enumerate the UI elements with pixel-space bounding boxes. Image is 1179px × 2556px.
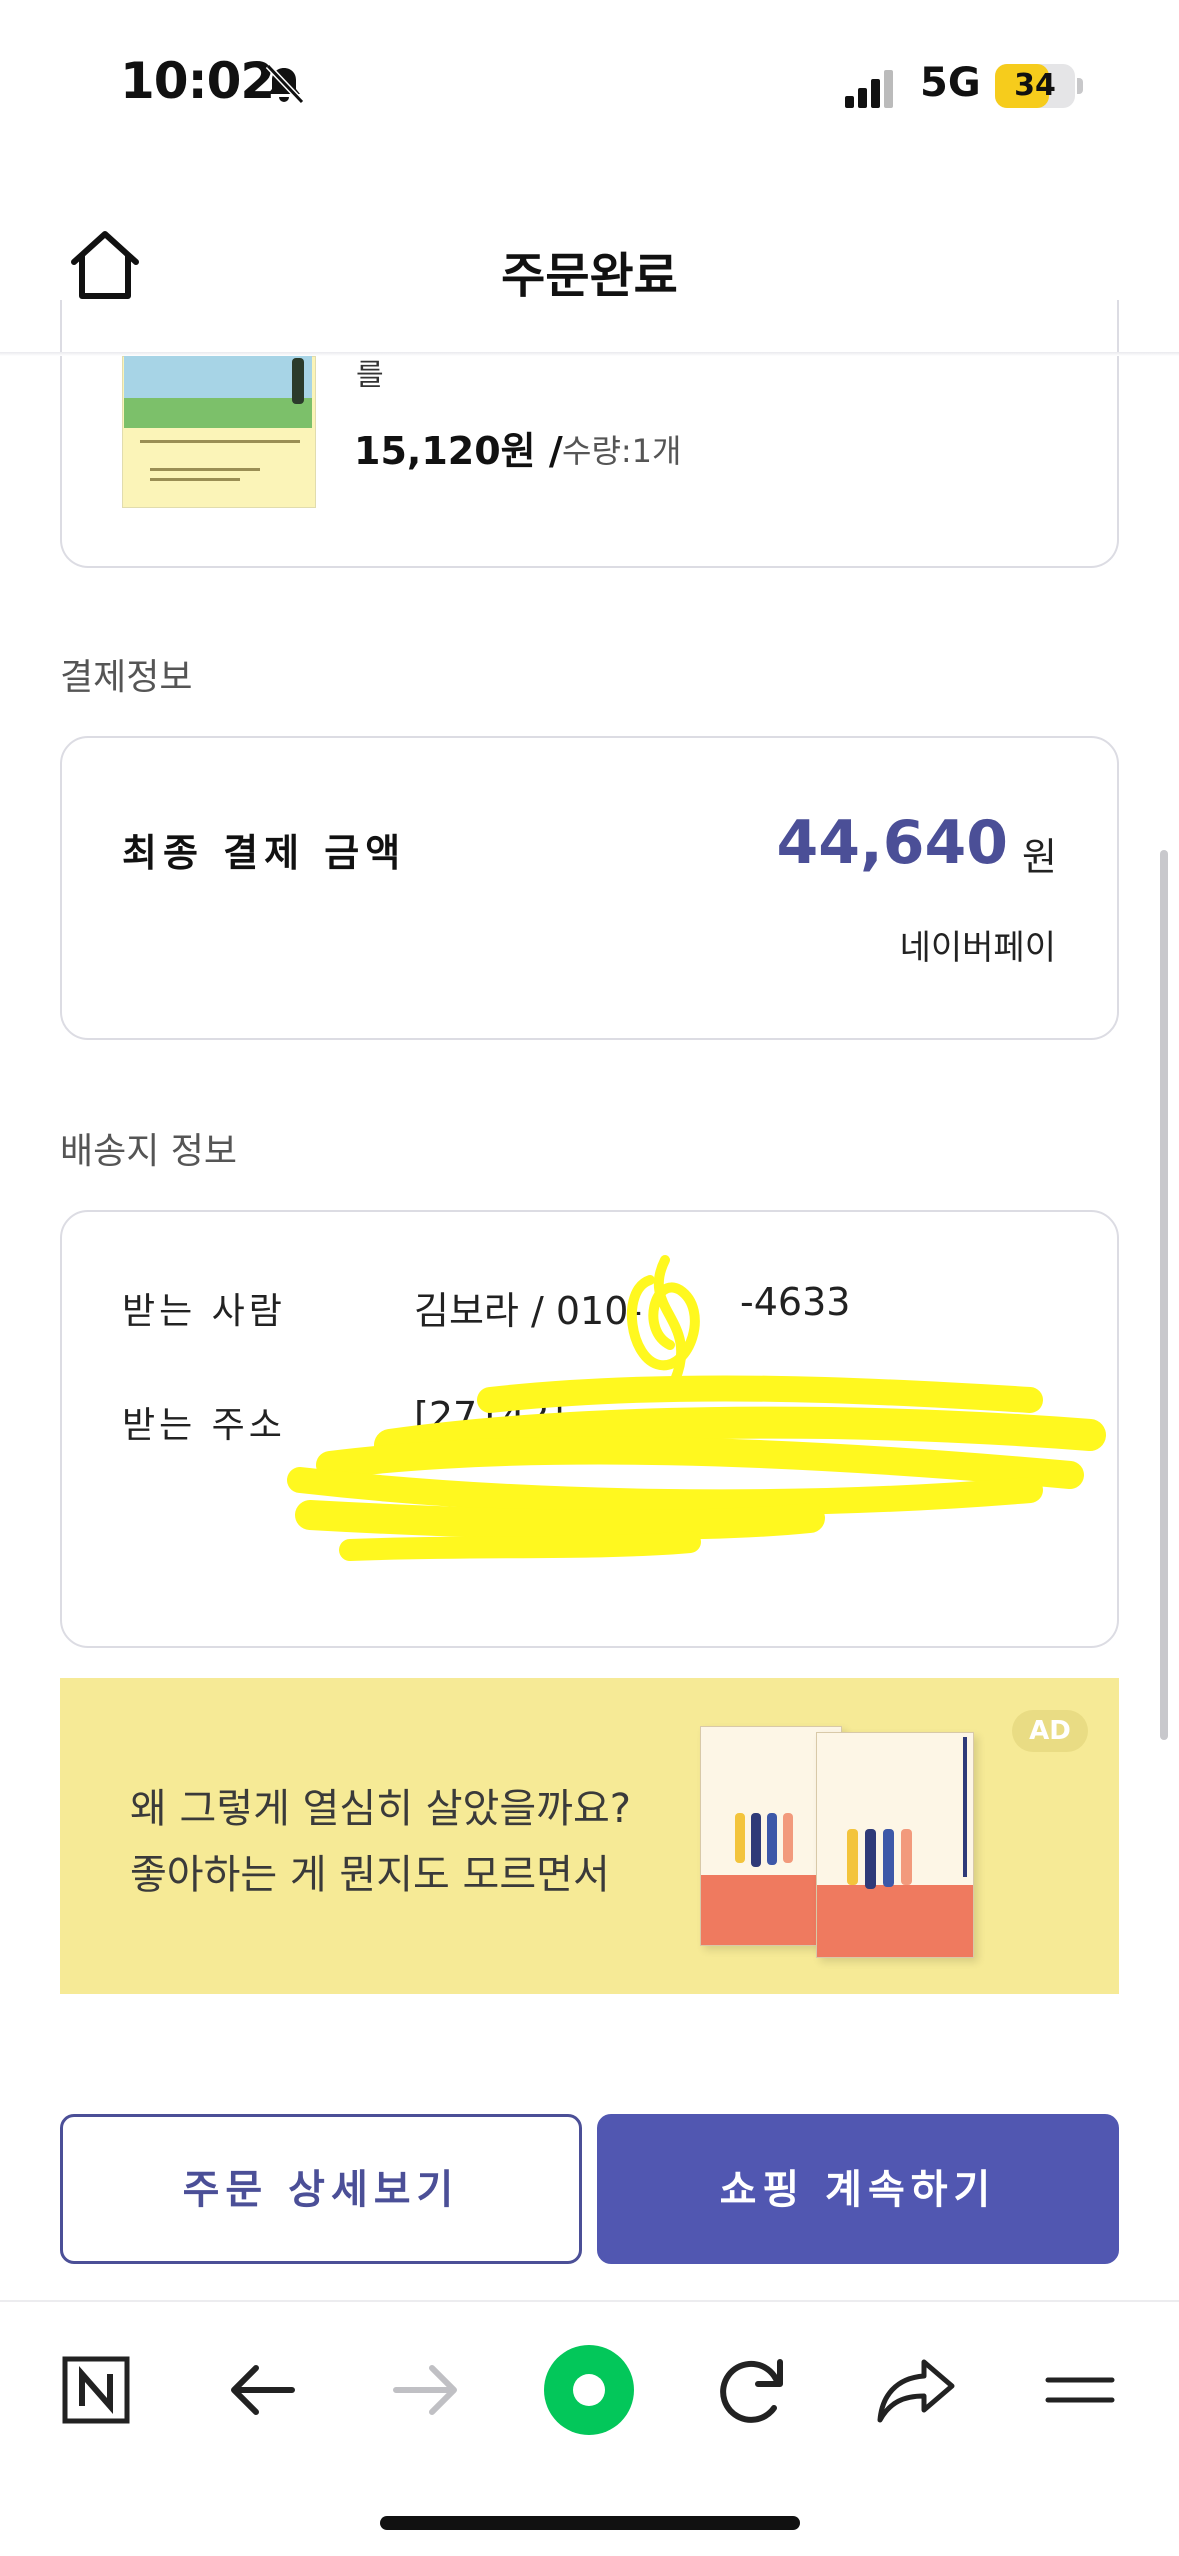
ad-line-2: 좋아하는 게 뭔지도 모르면서 <box>130 1852 610 1898</box>
payment-section-title: 결제정보 <box>60 657 193 698</box>
status-time: 10:02 <box>120 52 275 110</box>
ad-badge: AD <box>1012 1710 1088 1752</box>
scrollbar[interactable] <box>1160 850 1168 1740</box>
thumbnail-text-line <box>150 468 260 471</box>
forward-arrow-icon <box>393 2365 457 2415</box>
ad-book-front <box>816 1732 974 1958</box>
shipping-section-title: 배송지 정보 <box>60 1131 238 1172</box>
reload-icon[interactable] <box>702 2340 802 2440</box>
payment-method: 네이버페이 <box>899 928 1056 968</box>
home-indicator[interactable] <box>380 2516 800 2530</box>
total-amount: 44,640 <box>776 808 1008 878</box>
thumbnail-text-line <box>140 440 300 443</box>
thumbnail-text-line <box>150 478 240 481</box>
ad-line-1: 왜 그렇게 열심히 살았을까요? <box>130 1786 631 1832</box>
signal-icon <box>845 70 893 108</box>
thumbnail-sky <box>124 356 312 398</box>
battery-level: 34 <box>1014 68 1056 103</box>
share-icon[interactable] <box>866 2340 966 2440</box>
product-price: 15,120원 / <box>354 429 563 473</box>
address-label: 받는 주소 <box>122 1405 286 1446</box>
green-dot-icon[interactable] <box>539 2340 639 2440</box>
menu-icon[interactable] <box>1030 2340 1130 2440</box>
payment-card <box>60 736 1119 1040</box>
currency-unit: 원 <box>1022 835 1057 879</box>
bell-slash-icon <box>265 63 305 105</box>
battery-icon: 34 <box>995 64 1085 108</box>
naver-icon[interactable] <box>46 2340 146 2440</box>
order-detail-button[interactable]: 주문 상세보기 <box>60 2114 582 2264</box>
product-quantity: 수량:1개 <box>562 432 682 470</box>
redaction-scribble <box>287 1255 1106 1561</box>
thumbnail-grass <box>124 398 312 428</box>
page-title: 주문완료 <box>501 248 678 304</box>
continue-shopping-button[interactable]: 쇼핑 계속하기 <box>597 2114 1119 2264</box>
network-type: 5G <box>920 60 981 106</box>
product-name: 를 <box>356 358 384 393</box>
thumbnail-tree <box>292 358 304 404</box>
toolbar-divider <box>0 2300 1179 2302</box>
total-label: 최종 결제 금액 <box>122 831 407 875</box>
recipient-label: 받는 사람 <box>122 1291 286 1332</box>
back-arrow-icon[interactable] <box>212 2340 312 2440</box>
